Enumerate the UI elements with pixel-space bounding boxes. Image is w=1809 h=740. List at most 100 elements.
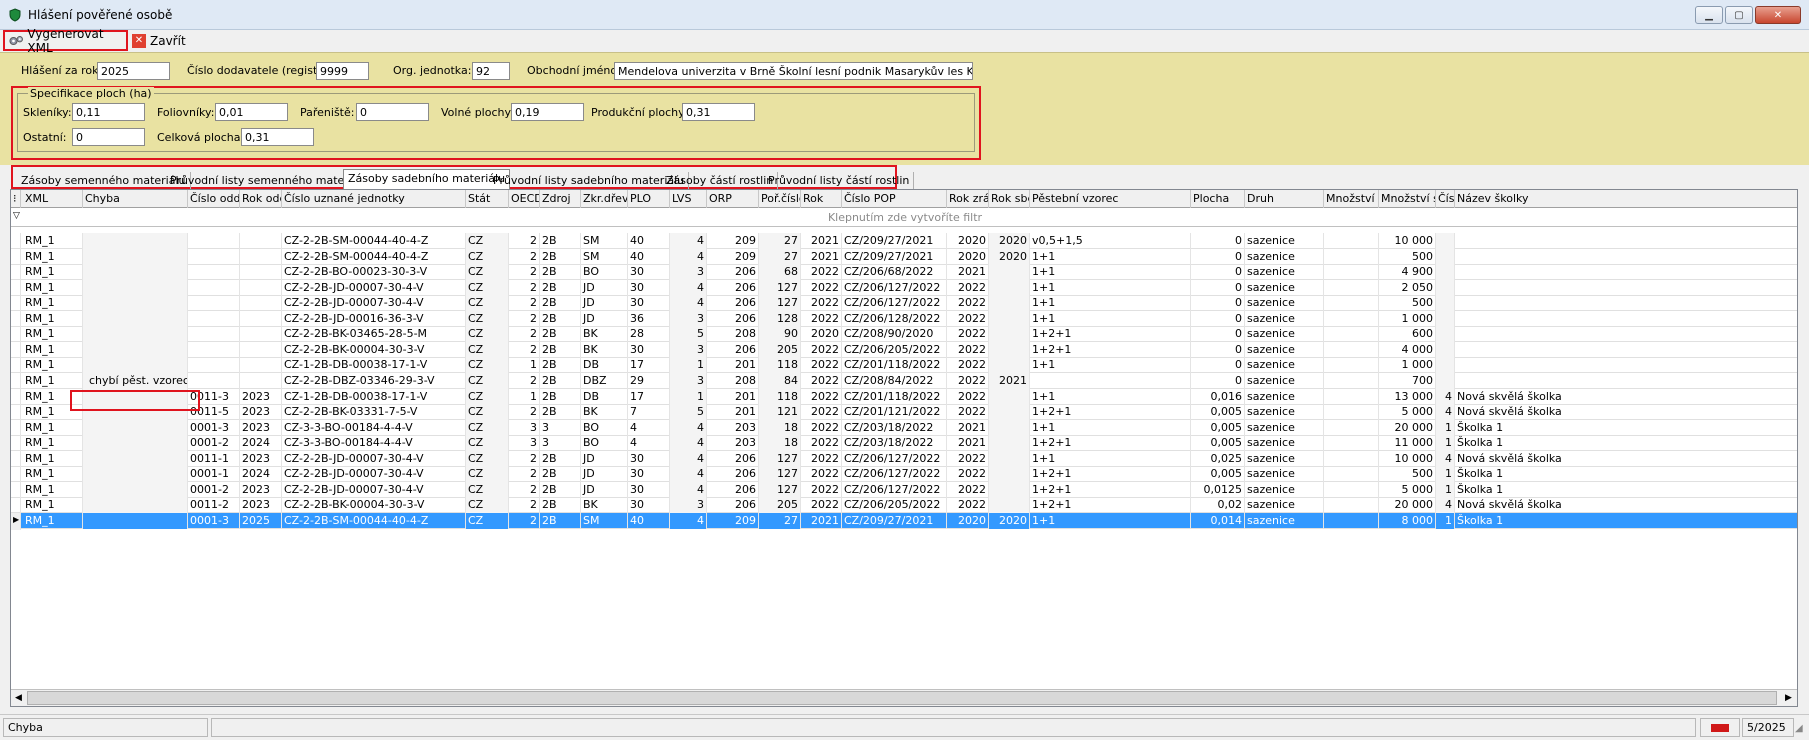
table-cell[interactable]: Nová skvělá školka bbox=[1455, 404, 1797, 420]
table-row[interactable]: RM_1 0011-2 2023 CZ-2-2B-BK-00004-30-3-V CZ 2… bbox=[11, 497, 1797, 515]
horizontal-scrollbar[interactable]: ◀ ▶ bbox=[11, 689, 1797, 706]
table-cell[interactable]: BO bbox=[581, 264, 628, 281]
table-cell[interactable]: 5 000 bbox=[1379, 481, 1436, 498]
table-cell[interactable]: 0 bbox=[1191, 279, 1245, 296]
table-cell[interactable]: sazenice bbox=[1245, 419, 1324, 436]
table-cell[interactable]: RM_1 bbox=[23, 310, 83, 327]
tab-planting-delivery-notes[interactable]: Průvodní listy sadebního materiálu bbox=[489, 172, 690, 189]
table-cell[interactable]: CZ-3-3-BO-00184-4-4-V bbox=[282, 419, 466, 436]
table-cell[interactable]: CZ bbox=[466, 419, 509, 436]
table-cell[interactable]: 1+1 bbox=[1030, 419, 1191, 436]
table-cell[interactable]: CZ-2-2B-BO-00023-30-3-V bbox=[282, 264, 466, 281]
table-cell[interactable]: 2 bbox=[509, 404, 540, 421]
table-cell[interactable]: 2022 bbox=[801, 404, 842, 421]
table-cell[interactable]: 1+2+1 bbox=[1030, 497, 1191, 514]
table-row[interactable]: RM_1 0001-1 2024 CZ-2-2B-JD-00007-30-4-V CZ 2… bbox=[11, 466, 1797, 484]
table-cell[interactable]: sazenice bbox=[1245, 404, 1324, 421]
row-selector[interactable] bbox=[11, 450, 21, 468]
table-cell[interactable]: 2B bbox=[540, 341, 581, 358]
table-cell[interactable] bbox=[240, 233, 282, 249]
table-cell[interactable] bbox=[1324, 248, 1379, 265]
table-row[interactable]: RM_1 CZ-2-2B-SM-00044-40-4-Z CZ 2 2B SM 40 4 209… bbox=[11, 233, 1797, 250]
table-cell[interactable] bbox=[1436, 279, 1455, 296]
table-cell[interactable]: 84 bbox=[759, 372, 801, 389]
table-cell[interactable] bbox=[989, 264, 1030, 281]
table-cell[interactable]: RM_1 bbox=[23, 466, 83, 483]
table-cell[interactable]: CZ-1-2B-DB-00038-17-1-V bbox=[282, 357, 466, 374]
table-cell[interactable] bbox=[83, 264, 188, 281]
table-cell[interactable]: RM_1 bbox=[23, 326, 83, 343]
table-row[interactable]: RM_1 0001-2 2024 CZ-3-3-BO-00184-4-4-V CZ 3 3 B… bbox=[11, 435, 1797, 453]
table-cell[interactable]: CZ-2-2B-JD-00007-30-4-V bbox=[282, 466, 466, 483]
table-cell[interactable]: 17 bbox=[628, 357, 670, 374]
table-cell[interactable]: Školka 1 bbox=[1455, 513, 1797, 529]
table-cell[interactable]: JD bbox=[581, 450, 628, 467]
table-cell[interactable]: CZ-2-2B-JD-00007-30-4-V bbox=[282, 481, 466, 498]
table-cell[interactable]: 0 bbox=[1191, 326, 1245, 343]
table-cell[interactable]: 0 bbox=[1191, 372, 1245, 389]
table-cell[interactable]: 2B bbox=[540, 279, 581, 296]
table-cell[interactable]: 201 bbox=[707, 357, 759, 374]
table-cell[interactable]: CZ-2-2B-JD-00007-30-4-V bbox=[282, 450, 466, 467]
table-cell[interactable] bbox=[1324, 341, 1379, 358]
table-cell[interactable]: 1 bbox=[1436, 419, 1455, 436]
table-cell[interactable] bbox=[989, 435, 1030, 452]
table-cell[interactable]: 2022 bbox=[947, 310, 989, 327]
table-cell[interactable]: CZ/203/18/2022 bbox=[842, 419, 947, 436]
table-cell[interactable]: 206 bbox=[707, 279, 759, 296]
table-cell[interactable]: CZ bbox=[466, 279, 509, 296]
column-header[interactable]: Rok oddíl bbox=[240, 190, 282, 208]
table-cell[interactable]: 30 bbox=[628, 481, 670, 498]
table-cell[interactable] bbox=[188, 357, 240, 374]
table-cell[interactable]: CZ/206/127/2022 bbox=[842, 466, 947, 483]
table-cell[interactable]: 0 bbox=[1191, 264, 1245, 281]
table-cell[interactable]: 2B bbox=[540, 264, 581, 281]
table-cell[interactable]: 30 bbox=[628, 466, 670, 483]
table-row[interactable]: RM_1 CZ-2-2B-BK-00004-30-3-V CZ 2 2B BK 30 3 206… bbox=[11, 341, 1797, 359]
volne-input[interactable]: 0,19 bbox=[511, 103, 584, 121]
table-cell[interactable]: sazenice bbox=[1245, 466, 1324, 483]
table-cell[interactable]: sazenice bbox=[1245, 481, 1324, 498]
row-selector[interactable] bbox=[11, 404, 21, 422]
column-header[interactable]: Rok sběru bbox=[989, 190, 1030, 208]
table-cell[interactable]: 2020 bbox=[947, 512, 989, 529]
table-cell[interactable]: 2B bbox=[540, 233, 581, 249]
table-cell[interactable]: RM_1 bbox=[23, 295, 83, 312]
table-cell[interactable]: 0 bbox=[1191, 341, 1245, 358]
table-row[interactable]: RM_1 CZ-2-2B-SM-00044-40-4-Z CZ 2 2B SM 40 4 209… bbox=[11, 248, 1797, 266]
table-cell[interactable]: 2022 bbox=[801, 341, 842, 358]
table-cell[interactable]: 209 bbox=[707, 233, 759, 249]
column-header[interactable]: LVS bbox=[670, 190, 707, 208]
table-cell[interactable]: 0,014 bbox=[1191, 512, 1245, 529]
table-cell[interactable]: 27 bbox=[759, 512, 801, 529]
table-cell[interactable]: CZ/201/118/2022 bbox=[842, 388, 947, 405]
skleniky-input[interactable]: 0,11 bbox=[72, 103, 145, 121]
table-cell[interactable]: 2B bbox=[540, 497, 581, 514]
column-header[interactable]: PLO bbox=[628, 190, 670, 208]
table-cell[interactable]: CZ-2-2B-SM-00044-40-4-Z bbox=[282, 512, 466, 529]
table-cell[interactable]: 2022 bbox=[801, 372, 842, 389]
table-cell[interactable]: CZ-2-2B-DBZ-03346-29-3-V bbox=[282, 372, 466, 389]
table-cell[interactable]: DB bbox=[581, 388, 628, 405]
table-cell[interactable]: 2022 bbox=[801, 310, 842, 327]
table-cell[interactable] bbox=[83, 233, 188, 249]
celkova-input[interactable]: 0,31 bbox=[241, 128, 314, 146]
table-cell[interactable]: Nová skvělá školka bbox=[1455, 497, 1797, 513]
close-window-button[interactable]: ✕ bbox=[1755, 6, 1801, 24]
maximize-button[interactable]: ▢ bbox=[1725, 6, 1753, 24]
table-cell[interactable] bbox=[1455, 249, 1797, 265]
table-cell[interactable]: 1+1 bbox=[1030, 512, 1191, 529]
table-cell[interactable]: 4 900 bbox=[1379, 264, 1436, 281]
table-cell[interactable] bbox=[83, 279, 188, 296]
table-cell[interactable]: 2021 bbox=[989, 372, 1030, 389]
table-cell[interactable]: 2 bbox=[509, 233, 540, 249]
table-cell[interactable]: 600 bbox=[1379, 326, 1436, 343]
table-cell[interactable]: 1+2+1 bbox=[1030, 481, 1191, 498]
table-cell[interactable]: 28 bbox=[628, 326, 670, 343]
table-cell[interactable] bbox=[1455, 233, 1797, 249]
table-cell[interactable] bbox=[1436, 295, 1455, 312]
table-cell[interactable]: 40 bbox=[628, 248, 670, 265]
table-cell[interactable] bbox=[1324, 279, 1379, 296]
table-cell[interactable]: 2022 bbox=[947, 388, 989, 405]
table-cell[interactable]: 2023 bbox=[240, 450, 282, 467]
